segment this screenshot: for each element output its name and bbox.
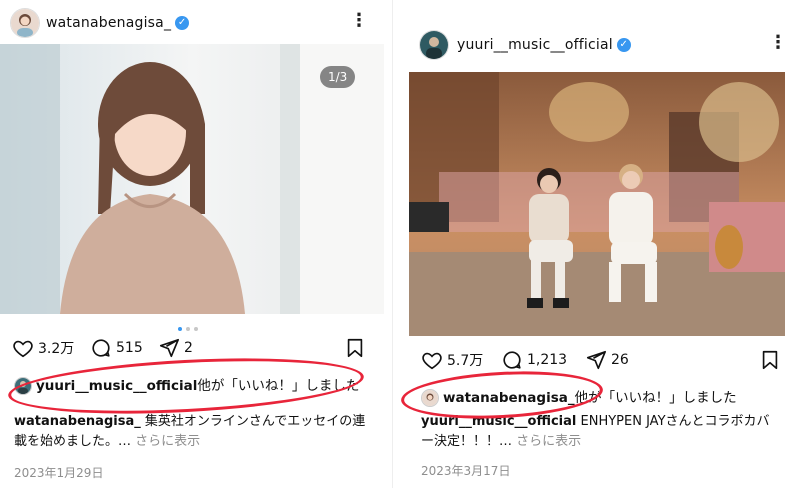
- post-date: 2023年1月29日: [14, 466, 104, 480]
- like-button[interactable]: 3.2万: [12, 336, 74, 360]
- post-header: yuuri__music__official ✓ ⋮: [393, 24, 800, 64]
- comment-count: 515: [116, 340, 143, 356]
- share-button[interactable]: 26: [585, 348, 629, 372]
- annotation-circle: [6, 350, 366, 422]
- post-yuuri: yuuri__music__official ✓ ⋮ 5.7万 1,213 26…: [392, 0, 800, 488]
- avatar[interactable]: [10, 8, 40, 38]
- share-button[interactable]: 2: [158, 336, 193, 360]
- post-header: watanabenagisa_ ✓ ⋮: [0, 4, 384, 44]
- caption-username[interactable]: watanabenagisa_: [14, 414, 141, 429]
- post-image[interactable]: 1/3: [0, 44, 384, 314]
- comment-icon: [503, 351, 521, 369]
- action-bar: 5.7万 1,213 26: [421, 348, 791, 372]
- username-text[interactable]: yuuri__music__official: [457, 37, 613, 53]
- more-icon[interactable]: ⋮: [350, 12, 368, 30]
- share-icon: [159, 338, 179, 358]
- bookmark-icon: [762, 350, 778, 370]
- carousel-dot: [194, 327, 198, 331]
- like-button[interactable]: 5.7万: [421, 348, 483, 372]
- avatar[interactable]: [419, 30, 449, 60]
- action-bar: 3.2万 515 2: [12, 336, 372, 360]
- like-count: 3.2万: [38, 341, 75, 357]
- carousel-counter: 1/3: [320, 66, 356, 88]
- caption-more-link[interactable]: さらに表示: [516, 434, 581, 449]
- more-icon[interactable]: ⋮: [769, 34, 787, 52]
- caption-more-link[interactable]: さらに表示: [135, 434, 200, 449]
- bookmark-button[interactable]: [759, 348, 781, 372]
- post-date: 2023年3月17日: [421, 464, 511, 478]
- comment-button[interactable]: 515: [90, 336, 143, 360]
- heart-icon: [13, 340, 33, 358]
- comment-count: 1,213: [527, 352, 568, 368]
- bookmark-icon: [347, 338, 363, 358]
- share-count: 26: [611, 352, 629, 368]
- post-image[interactable]: [409, 72, 785, 336]
- comment-icon: [92, 339, 110, 357]
- carousel-dots: [176, 316, 200, 335]
- verified-icon: ✓: [616, 38, 631, 52]
- caption: watanabenagisa_ 集英社オンラインさんでエッセイの連載を始めました…: [14, 412, 374, 452]
- username[interactable]: watanabenagisa_ ✓: [46, 15, 190, 31]
- heart-icon: [422, 352, 442, 370]
- share-icon: [586, 350, 606, 370]
- username[interactable]: yuuri__music__official ✓: [457, 37, 631, 53]
- comment-button[interactable]: 1,213: [501, 348, 567, 372]
- bookmark-button[interactable]: [344, 336, 366, 360]
- like-count: 5.7万: [447, 353, 484, 369]
- share-count: 2: [184, 340, 193, 356]
- carousel-dot: [186, 327, 190, 331]
- username-text[interactable]: watanabenagisa_: [46, 15, 171, 31]
- post-watanabenagisa: watanabenagisa_ ✓ ⋮ 1/3 3.2万 515 2 yuuri…: [0, 0, 384, 488]
- carousel-dot-active: [178, 327, 182, 331]
- verified-icon: ✓: [175, 16, 190, 30]
